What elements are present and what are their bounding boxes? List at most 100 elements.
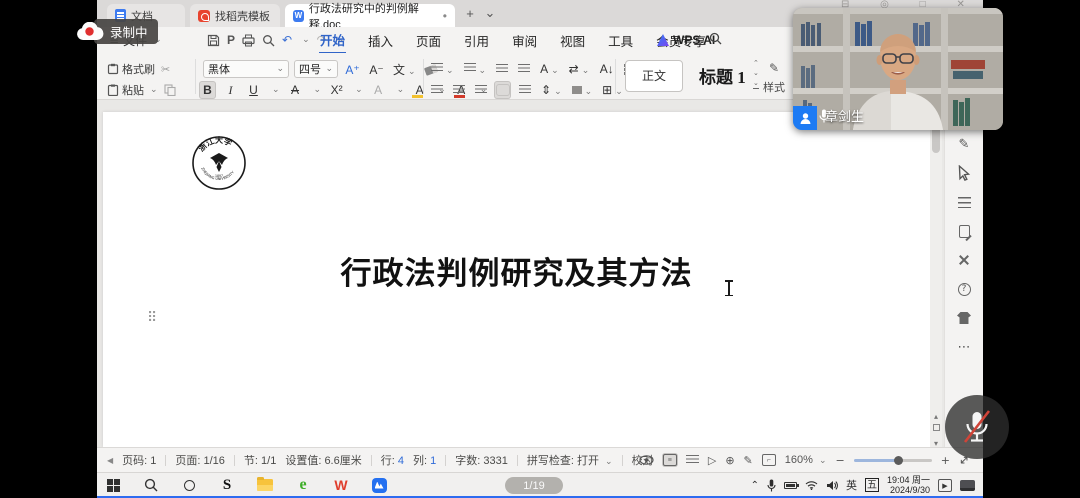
shading-button[interactable]: ⌄ (572, 83, 593, 97)
decrease-indent-icon[interactable] (496, 64, 508, 74)
mute-mic-button[interactable] (945, 395, 1009, 459)
ribbon-tab-page[interactable]: 页面 (415, 28, 442, 53)
drag-handle-icon[interactable]: ⠿ (147, 310, 157, 326)
pinyin-guide-button[interactable]: 文⌄ (393, 61, 416, 78)
ribbon-tab-view[interactable]: 视图 (559, 28, 586, 53)
help-icon[interactable]: ? (958, 283, 971, 296)
cortana-button[interactable] (177, 473, 201, 497)
align-justify-icon[interactable] (497, 85, 509, 95)
highlight-button[interactable]: A (412, 83, 427, 98)
zoom-slider-knob[interactable] (894, 456, 903, 465)
align-left-icon[interactable] (431, 85, 443, 95)
status-spellcheck[interactable]: 拼写检查: 打开 ⌄ (527, 452, 613, 468)
wifi-icon[interactable] (805, 480, 818, 490)
cut-icon[interactable]: ✂ (161, 63, 170, 76)
previous-page-icon[interactable]: ▴ (930, 412, 942, 421)
tools-cross-icon[interactable] (958, 254, 970, 266)
ime-language[interactable]: 英 (846, 477, 857, 493)
ribbon-tab-home[interactable]: 开始 (319, 27, 346, 54)
tray-mic-icon[interactable] (767, 479, 776, 492)
wps-ai-button[interactable]: WPS AI (657, 33, 715, 47)
select-cursor-icon[interactable] (956, 165, 972, 181)
search-icon[interactable] (709, 32, 722, 45)
copy-icon[interactable] (164, 84, 176, 96)
annotate-doc-icon[interactable] (959, 225, 970, 238)
speaker-icon[interactable] (826, 480, 838, 491)
vertical-scrollbar[interactable]: ▴ ▴ ▾ (930, 105, 942, 447)
align-center-icon[interactable] (453, 85, 465, 95)
borders-button[interactable]: ⊞⌄ (602, 83, 623, 97)
numbered-list-icon[interactable]: ⌄ (464, 63, 487, 76)
text-effect-button[interactable]: A (371, 83, 386, 97)
superscript-button[interactable]: X² (329, 83, 344, 97)
wps-office-button[interactable]: W (329, 473, 353, 497)
ribbon-tab-review[interactable]: 审阅 (511, 28, 538, 53)
undo-icon[interactable]: ↶ (282, 33, 292, 47)
fit-page-icon[interactable]: ⌐ (762, 454, 776, 466)
font-name-select[interactable]: 黑体 ⌄ (203, 60, 289, 78)
align-right-icon[interactable] (475, 85, 487, 95)
outline-view-icon[interactable] (686, 455, 699, 465)
taskbar-search-button[interactable] (139, 473, 163, 497)
ribbon-tab-reference[interactable]: 引用 (463, 28, 490, 53)
style-normal[interactable]: 正文 (625, 60, 683, 92)
ime-mode-icon[interactable]: 五 (865, 478, 879, 492)
tray-expand-icon[interactable]: ⌃ (751, 480, 759, 491)
tab-templates[interactable]: 找稻壳模板 (190, 4, 280, 27)
skin-tshirt-icon[interactable] (957, 312, 971, 324)
window-controls[interactable]: ⊟ ◎ □ ✕ (841, 0, 979, 8)
text-tool-button[interactable]: A⌄ (540, 62, 559, 76)
file-explorer-button[interactable] (253, 473, 277, 497)
italic-button[interactable]: I (223, 83, 238, 98)
edit-pen-icon[interactable]: ✎ (956, 136, 972, 152)
battery-icon[interactable] (784, 482, 797, 489)
zoom-percent[interactable]: 160% ⌄ (785, 454, 827, 466)
print-icon[interactable] (242, 34, 255, 47)
browser-button[interactable]: e (291, 473, 315, 497)
scroll-left-icon[interactable]: ◀ (107, 456, 113, 465)
more-options-icon[interactable]: ⋯ (956, 339, 972, 355)
line-spacing-button[interactable]: ⇕⌄ (541, 83, 562, 97)
ribbon-tab-tools[interactable]: 工具 (607, 28, 634, 53)
slideshow-icon[interactable]: ▷ (708, 454, 716, 467)
style-heading1[interactable]: 标题 1 (699, 63, 746, 88)
start-button[interactable] (101, 473, 125, 497)
export-pdf-icon[interactable]: P (227, 33, 235, 47)
format-painter-button[interactable]: 格式刷 (107, 61, 155, 77)
bullet-list-icon[interactable]: ⌄ (431, 63, 454, 76)
save-icon[interactable] (207, 34, 220, 47)
eye-preview-icon[interactable] (639, 455, 654, 465)
taskbar-clock[interactable]: 19:04 周一2024/9/30 (887, 475, 930, 495)
meeting-app-button[interactable] (367, 473, 391, 497)
style-gallery-spinner[interactable]: ⌃ ⌄ ⌄ (753, 59, 759, 89)
video-player-tray-icon[interactable]: ▶ (938, 479, 952, 492)
settings-sliders-icon[interactable] (958, 197, 971, 208)
ribbon-tab-insert[interactable]: 插入 (367, 28, 394, 53)
zoom-out-icon[interactable]: − (836, 454, 845, 467)
document-page[interactable]: 浙江大学 ZHEJIANG UNIVERSITY 1897 行政法判例研究及其方… (103, 112, 930, 447)
sogou-input-button[interactable]: S (215, 473, 239, 497)
tab-list-chevron[interactable]: ⌄ (481, 6, 499, 24)
presenter-camera[interactable]: 章剑生 (793, 8, 1003, 130)
undo-chevron[interactable]: ⌄ (302, 35, 310, 45)
page-view-icon[interactable]: ≡ (663, 454, 677, 466)
touchpad-tray-icon[interactable] (960, 480, 975, 491)
zoom-slider[interactable] (854, 459, 932, 462)
distribute-icon[interactable] (519, 85, 531, 95)
web-view-icon[interactable]: ⊕ (725, 454, 734, 467)
sort-button[interactable]: A↓ (599, 62, 614, 76)
print-preview-icon[interactable] (262, 34, 275, 47)
recording-indicator[interactable]: 录制中 (76, 18, 158, 44)
shrink-font-button[interactable]: A⁻ (369, 63, 384, 77)
styles-label[interactable]: 样式 (763, 79, 785, 95)
grow-font-button[interactable]: A⁺ (345, 63, 360, 77)
bold-button[interactable]: B (200, 82, 215, 98)
strikethrough-button[interactable]: A (288, 83, 303, 97)
new-tab-button[interactable]: + (461, 6, 479, 24)
zoom-in-icon[interactable]: + (941, 454, 950, 467)
underline-button[interactable]: U (246, 83, 261, 97)
font-size-select[interactable]: 四号 ⌄ (294, 60, 338, 78)
paste-button[interactable]: 粘贴 ⌄ (107, 82, 158, 98)
ink-pen-icon[interactable]: ✎ (744, 454, 753, 467)
increase-indent-icon[interactable] (518, 64, 530, 74)
